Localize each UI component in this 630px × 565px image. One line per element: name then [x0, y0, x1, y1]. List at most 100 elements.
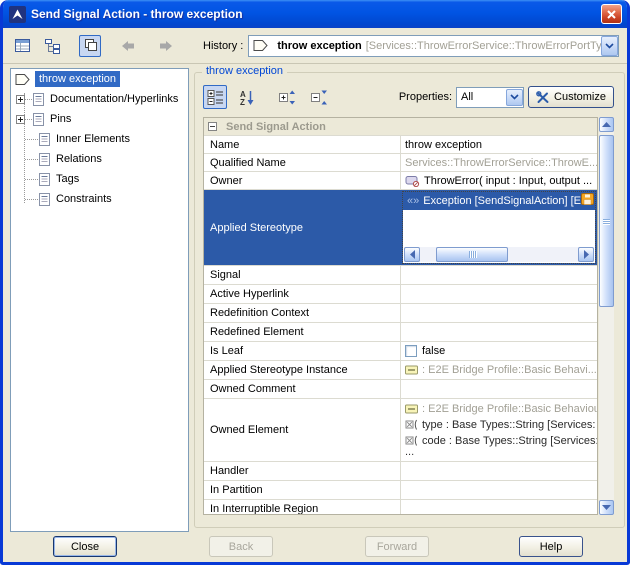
table-row-is-leaf[interactable]: Is Leaf false	[204, 342, 597, 361]
tree-item-inner-elements[interactable]: Inner Elements	[11, 129, 188, 149]
row-value[interactable]	[400, 380, 597, 398]
table-row-name[interactable]: Name throw exception	[204, 136, 597, 154]
tree-item-relations[interactable]: Relations	[11, 149, 188, 169]
history-element-context: [Services::ThrowErrorService::ThrowError…	[366, 40, 601, 52]
row-label[interactable]: Qualified Name	[204, 154, 400, 171]
save-edit-icon[interactable]	[581, 193, 594, 205]
back-arrow-button[interactable]	[117, 35, 139, 57]
row-value[interactable]	[400, 304, 597, 322]
expand-plus-icon[interactable]	[16, 115, 25, 124]
row-value[interactable]	[400, 481, 597, 499]
app-logo-icon	[9, 6, 26, 23]
row-label[interactable]: Handler	[204, 462, 400, 480]
row-value[interactable]: false	[400, 342, 597, 360]
table-row-owner[interactable]: Owner ThrowError( input : Input, output …	[204, 172, 597, 190]
table-row-owned-comment[interactable]: Owned Comment	[204, 380, 597, 399]
document-icon	[38, 132, 51, 147]
customize-button[interactable]: Customize	[528, 86, 614, 108]
row-label[interactable]: Owned Element	[204, 399, 400, 461]
document-icon	[32, 112, 45, 127]
tree-item-label: throw exception	[35, 71, 120, 87]
is-leaf-checkbox[interactable]	[405, 345, 417, 357]
row-label[interactable]: Applied Stereotype	[204, 190, 400, 265]
row-value[interactable]	[400, 285, 597, 303]
row-value[interactable]	[400, 500, 597, 515]
row-value[interactable]	[400, 266, 597, 284]
table-row-signal[interactable]: Signal	[204, 266, 597, 285]
history-combobox[interactable]: throw exception [Services::ThrowErrorSer…	[248, 35, 619, 57]
row-label[interactable]: Redefinition Context	[204, 304, 400, 322]
row-label[interactable]: Name	[204, 136, 400, 153]
expand-all-button[interactable]	[275, 85, 299, 109]
expand-plus-icon[interactable]	[16, 95, 25, 104]
properties-dropdown-arrow[interactable]	[506, 89, 523, 106]
row-value[interactable]: ThrowError( input : Input, output ...	[400, 172, 597, 189]
scrollbar-thumb[interactable]	[436, 247, 508, 262]
collapse-minus-icon[interactable]	[208, 122, 217, 131]
row-label[interactable]: Active Hyperlink	[204, 285, 400, 303]
row-label[interactable]: Is Leaf	[204, 342, 400, 360]
row-label[interactable]: In Partition	[204, 481, 400, 499]
table-vertical-scrollbar[interactable]	[599, 117, 614, 515]
table-row-redefinition-context[interactable]: Redefinition Context	[204, 304, 597, 323]
row-value[interactable]: throw exception	[400, 136, 597, 153]
stereotype-list-item[interactable]: «» Exception [SendSignalAction] [E2	[403, 192, 595, 210]
tree-item-throw-exception[interactable]: throw exception	[11, 69, 188, 89]
row-value[interactable]: : E2E Bridge Profile::Basic Behaviour ty…	[400, 399, 597, 461]
stacked-view-button[interactable]	[79, 35, 101, 57]
table-row-handler[interactable]: Handler	[204, 462, 597, 481]
properties-filter-combobox[interactable]: All	[456, 87, 524, 108]
row-value[interactable]	[400, 462, 597, 480]
tree-view-button[interactable]	[41, 35, 63, 57]
tree-item-tags[interactable]: Tags	[11, 169, 188, 189]
owned-element-item[interactable]: code : Base Types::String [Services:	[405, 433, 597, 449]
table-row-qualified-name[interactable]: Qualified Name Services::ThrowErrorServi…	[204, 154, 597, 172]
row-value[interactable]: Services::ThrowErrorService::ThrowE...	[400, 154, 597, 171]
stereotype-list[interactable]: «» Exception [SendSignalAction] [E2	[403, 192, 595, 263]
row-label[interactable]: Owned Comment	[204, 380, 400, 398]
tree-item-pins[interactable]: Pins	[11, 109, 188, 129]
back-button[interactable]: Back	[209, 536, 273, 557]
collapse-all-button[interactable]	[307, 85, 331, 109]
table-row-redefined-element[interactable]: Redefined Element	[204, 323, 597, 342]
table-row-active-hyperlink[interactable]: Active Hyperlink	[204, 285, 597, 304]
tree-item-constraints[interactable]: Constraints	[11, 189, 188, 209]
horizontal-scrollbar[interactable]	[404, 247, 594, 262]
table-row-in-interruptible-region[interactable]: In Interruptible Region	[204, 500, 597, 515]
alphabetical-sort-button[interactable]: AZ	[235, 85, 259, 109]
categorized-view-button[interactable]	[203, 85, 227, 109]
row-label[interactable]: Signal	[204, 266, 400, 284]
section-header-row[interactable]: Send Signal Action	[204, 118, 597, 136]
row-label[interactable]: Redefined Element	[204, 323, 400, 341]
scroll-left-button[interactable]	[404, 247, 420, 262]
properties-view-button[interactable]	[11, 35, 33, 57]
title-bar[interactable]: Send Signal Action - throw exception	[3, 0, 627, 28]
table-row-applied-stereotype[interactable]: Applied Stereotype «» Exception [SendSig…	[204, 190, 597, 266]
element-tree: throw exception Documentation/Hyperlinks	[10, 68, 189, 532]
close-button[interactable]	[601, 4, 622, 24]
row-value[interactable]: «» Exception [SendSignalAction] [E2	[400, 190, 597, 265]
table-row-in-partition[interactable]: In Partition	[204, 481, 597, 500]
properties-group-panel: throw exception AZ Properties:	[194, 72, 625, 528]
row-label[interactable]: Owner	[204, 172, 400, 189]
history-dropdown-arrow[interactable]	[601, 36, 618, 56]
forward-button[interactable]: Forward	[365, 536, 429, 557]
tree-item-documentation[interactable]: Documentation/Hyperlinks	[11, 89, 188, 109]
row-value[interactable]	[400, 323, 597, 341]
help-button[interactable]: Help	[519, 536, 583, 557]
owned-element-item[interactable]: : E2E Bridge Profile::Basic Behaviour	[405, 401, 597, 417]
row-value[interactable]: : E2E Bridge Profile::Basic Behavi...	[400, 361, 597, 379]
close-dialog-button[interactable]: Close	[53, 536, 117, 557]
properties-filter-value: All	[461, 91, 473, 103]
row-label[interactable]: In Interruptible Region	[204, 500, 400, 515]
owned-element-item[interactable]: type : Base Types::String [Services:	[405, 417, 597, 433]
forward-arrow-button[interactable]	[155, 35, 177, 57]
scroll-right-button[interactable]	[578, 247, 594, 262]
scroll-down-button[interactable]	[599, 500, 614, 515]
table-row-applied-stereotype-instance[interactable]: Applied Stereotype Instance : E2E Bridge…	[204, 361, 597, 380]
scrollbar-thumb[interactable]	[599, 135, 614, 307]
row-label[interactable]: Applied Stereotype Instance	[204, 361, 400, 379]
table-row-owned-element[interactable]: Owned Element : E2E Bridge Profile::Basi…	[204, 399, 597, 462]
scroll-up-button[interactable]	[599, 117, 614, 132]
tree-item-label: Relations	[56, 153, 102, 165]
